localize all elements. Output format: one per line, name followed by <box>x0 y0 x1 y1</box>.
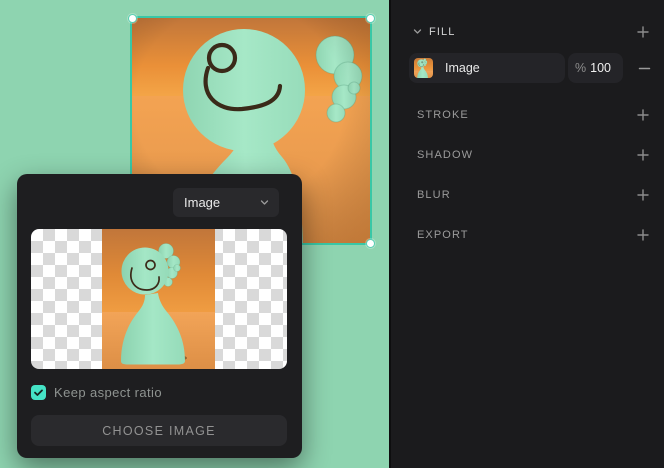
chevron-down-icon <box>259 197 270 208</box>
add-blur-plus-icon[interactable] <box>635 187 651 203</box>
shadow-section-label: SHADOW <box>417 149 473 161</box>
add-stroke-plus-icon[interactable] <box>635 107 651 123</box>
remove-fill-minus-icon[interactable] <box>636 60 652 76</box>
fill-entry-main[interactable]: Image <box>409 53 565 83</box>
image-fill-thumbnail[interactable] <box>414 58 433 78</box>
keep-aspect-ratio-checkbox[interactable] <box>31 385 46 400</box>
fill-opacity-value: 100 <box>590 61 611 75</box>
fill-type-label: Image <box>445 61 480 75</box>
percent-symbol: % <box>575 61 586 75</box>
selection-handle-bottom-right[interactable] <box>366 239 375 248</box>
image-fill-popup: Image Keep aspect ratio CHOOSE IMAGE <box>17 174 302 458</box>
add-shadow-plus-icon[interactable] <box>635 147 651 163</box>
blur-section-label: BLUR <box>417 189 451 201</box>
selection-handle-top-right[interactable] <box>366 14 375 23</box>
image-preview <box>31 229 287 369</box>
keep-aspect-ratio-row: Keep aspect ratio <box>31 383 162 401</box>
fill-collapse-chevron-down-icon[interactable] <box>412 26 423 37</box>
fill-section-label: FILL <box>429 26 455 38</box>
fill-entry: Image % 100 <box>409 53 653 83</box>
checkmark-icon <box>33 387 44 398</box>
stroke-section-label: STROKE <box>417 109 469 121</box>
design-properties-panel: FILL Image % 100 STROKE SHADOW <box>389 0 664 468</box>
selection-handle-top-left[interactable] <box>128 14 137 23</box>
choose-image-button[interactable]: CHOOSE IMAGE <box>31 415 287 446</box>
keep-aspect-ratio-label: Keep aspect ratio <box>54 385 162 400</box>
image-preview-picture <box>102 229 215 369</box>
add-export-plus-icon[interactable] <box>635 227 651 243</box>
export-section-label: EXPORT <box>417 229 469 241</box>
fill-type-dropdown-value: Image <box>184 195 259 210</box>
app-window: FILL Image % 100 STROKE SHADOW <box>0 0 664 468</box>
fill-opacity-input[interactable]: % 100 <box>568 53 623 83</box>
add-fill-plus-icon[interactable] <box>635 24 651 40</box>
fill-type-dropdown[interactable]: Image <box>173 188 279 217</box>
